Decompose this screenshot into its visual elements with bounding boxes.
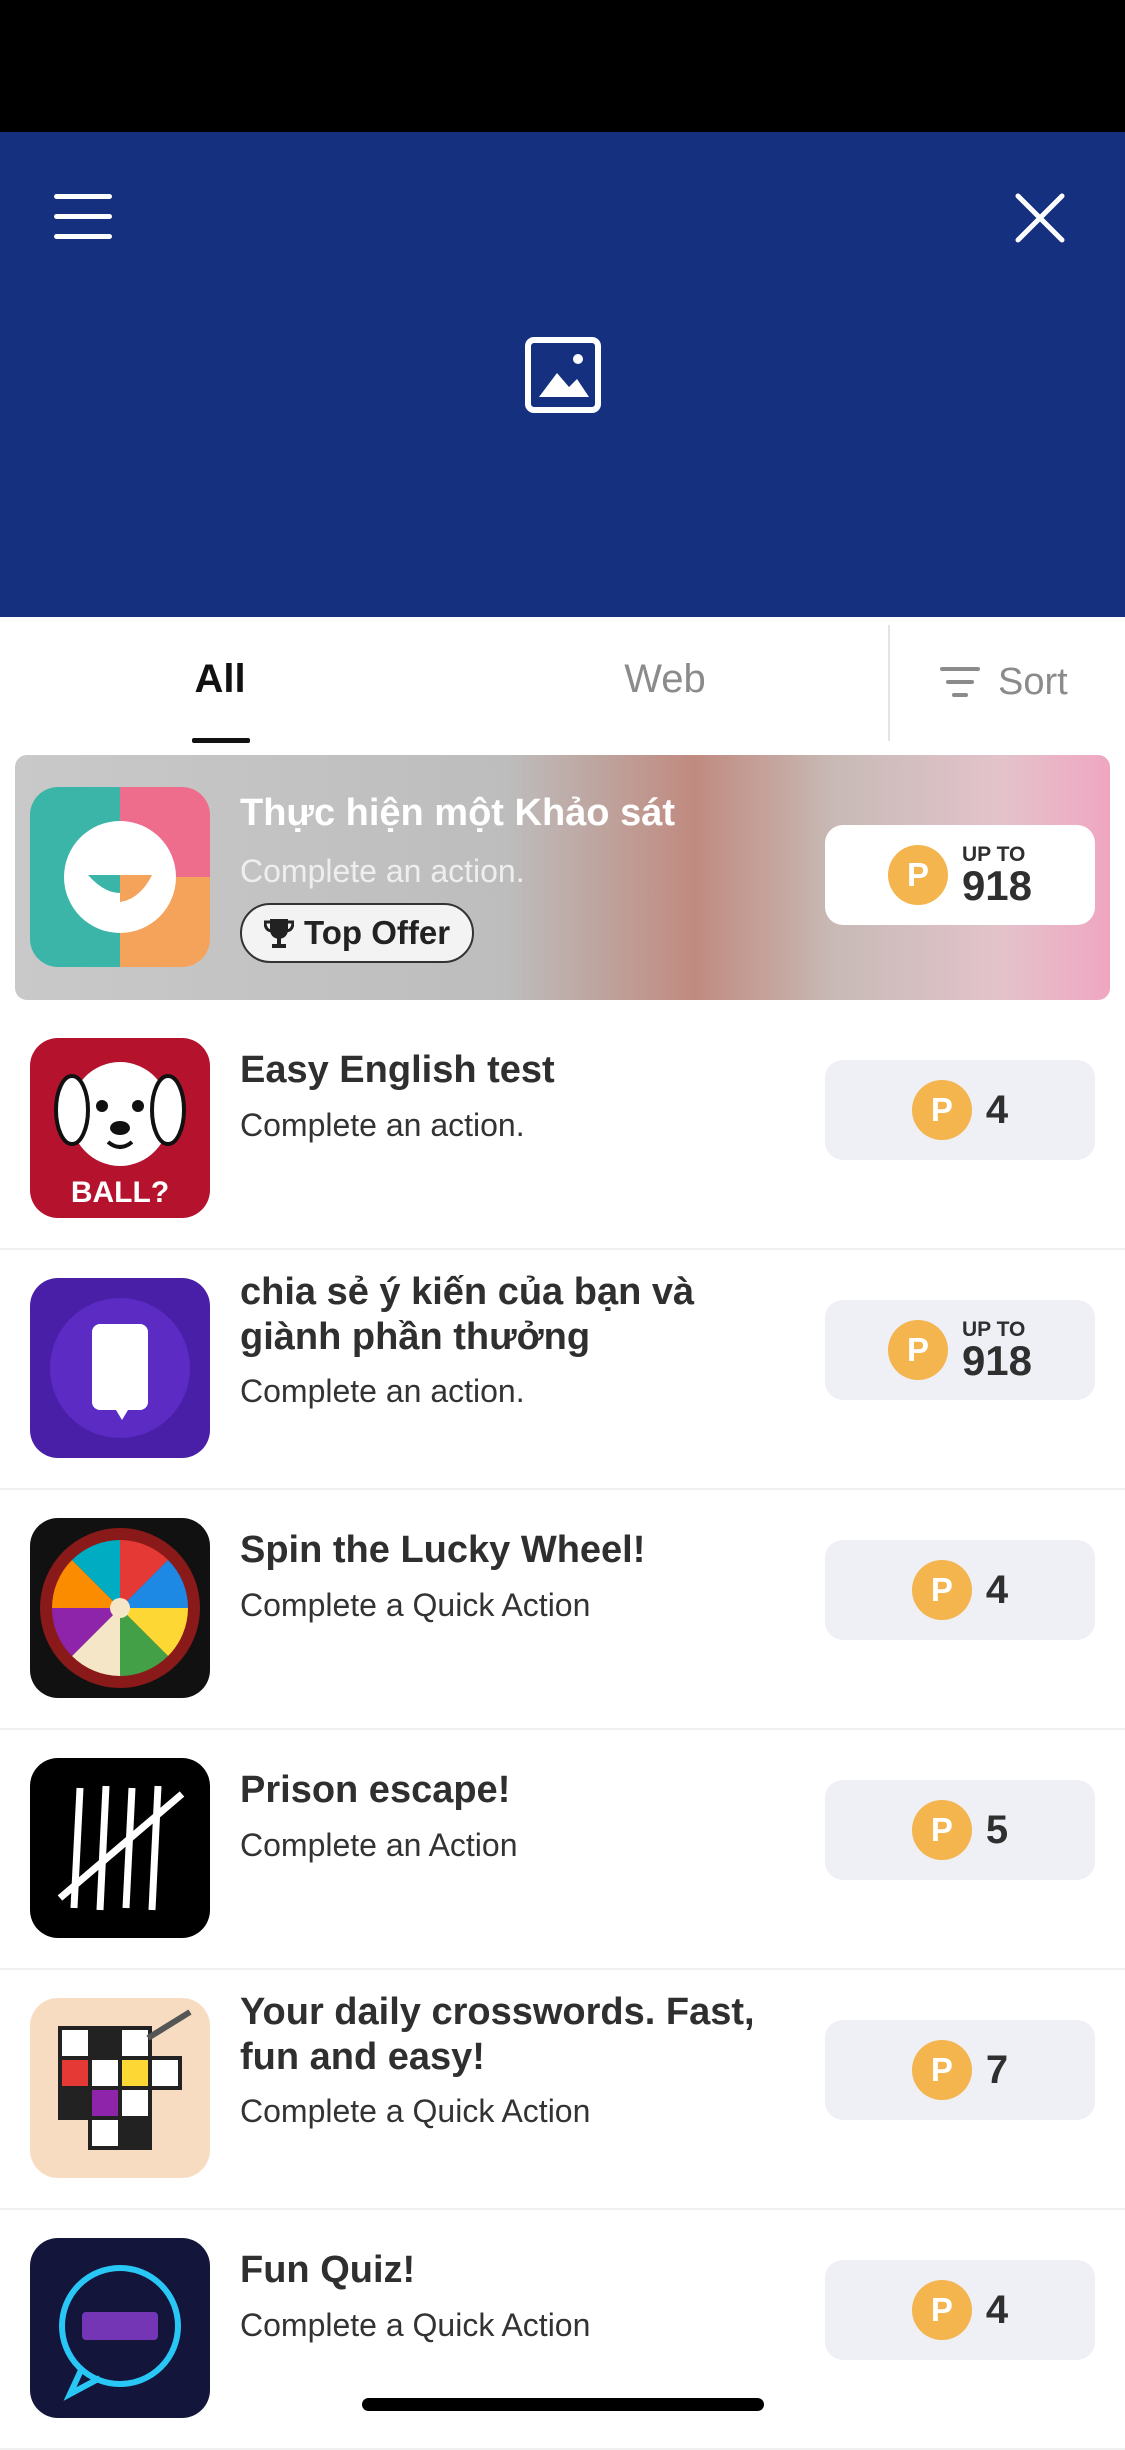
offer-subtitle: Complete an action. [240,1373,525,1409]
offer-subtitle: Complete an action. [240,853,525,889]
coin-icon: P [911,1800,972,1860]
tally-marks-icon [30,1758,210,1938]
offer-item[interactable]: BALL? Easy English test Complete an acti… [0,1010,1125,1250]
offer-title: Your daily crosswords. Fast, fun and eas… [240,1991,755,2078]
offer-title: Prison escape! [240,1769,511,1811]
offer-item[interactable]: chia sẻ ý kiến của bạn và giành phần thư… [0,1250,1125,1490]
coin-icon: P [911,1080,972,1140]
offer-subtitle: Complete an Action [240,1827,518,1863]
home-indicator [362,2398,764,2411]
image-placeholder-icon [523,335,603,415]
offer-title: Thực hiện một Khảo sát [240,792,675,834]
offer-item[interactable]: Prison escape! Complete an Action P 5 [0,1730,1125,1970]
coin-icon: P [911,1560,972,1620]
offer-item[interactable]: Fun Quiz! Complete a Quick Action P 4 [0,2210,1125,2450]
points-value: 5 [985,1807,1009,1852]
points-button[interactable]: P 4 [825,1060,1095,1160]
points-value: 4 [985,1567,1009,1612]
menu-button[interactable] [50,188,120,248]
sort-label: Sort [998,660,1068,703]
coin-icon: P [911,2280,972,2340]
coin-icon: P [887,845,948,905]
tab-all-underline [192,738,250,743]
tab-all[interactable]: All [150,657,290,702]
points-value: 918 [961,861,1033,909]
points-value: 918 [961,1336,1033,1384]
offer-subtitle: Complete a Quick Action [240,1587,591,1623]
sort-button[interactable]: Sort [940,657,1068,707]
points-button[interactable]: P 4 [825,2260,1095,2360]
offer-subtitle: Complete a Quick Action [240,2093,591,2129]
offer-item[interactable]: Your daily crosswords. Fast, fun and eas… [0,1970,1125,2210]
top-offer-label: Top Offer [304,914,451,951]
phone-chat-icon [30,1278,210,1458]
offer-item-top[interactable]: Thực hiện một Khảo sát Complete an actio… [15,755,1110,1000]
offer-title: Spin the Lucky Wheel! [240,1529,646,1571]
offer-subtitle: Complete an action. [240,1107,525,1143]
offerwall-header [0,132,1125,617]
coin-icon: P [911,2040,972,2100]
points-button[interactable]: P UP TO 918 [825,1300,1095,1400]
trophy-icon [264,919,294,948]
quiz-bubble-icon [30,2238,210,2418]
crossword-icon [30,1998,210,2178]
offer-title: Easy English test [240,1049,555,1091]
close-button[interactable] [1010,188,1070,248]
offer-title: chia sẻ ý kiến của bạn và giành phần thư… [240,1271,695,1358]
tab-web[interactable]: Web [590,657,740,702]
points-value: 4 [985,2287,1009,2332]
points-button[interactable]: P 4 [825,1540,1095,1640]
tab-bar: All Web Sort [0,617,1125,743]
offer-subtitle: Complete a Quick Action [240,2307,591,2343]
offer-title: Fun Quiz! [240,2249,416,2291]
dog-ball-icon: BALL? [30,1038,210,1218]
tabs-divider [888,625,890,741]
points-button[interactable]: P 7 [825,2020,1095,2120]
svg-text:BALL?: BALL? [71,1176,169,1209]
sort-icon [940,667,980,697]
points-value: 7 [985,2047,1009,2092]
points-button[interactable]: P 5 [825,1780,1095,1880]
coin-icon: P [887,1320,948,1380]
survey-smile-icon [30,787,210,967]
lucky-wheel-icon [30,1518,210,1698]
offer-item[interactable]: Spin the Lucky Wheel! Complete a Quick A… [0,1490,1125,1730]
status-bar [0,0,1125,132]
points-value: 4 [985,1087,1009,1132]
close-icon [1015,193,1065,243]
top-offer-badge: Top Offer [240,903,475,963]
points-button[interactable]: P UP TO 918 [825,825,1095,925]
offer-list: Thực hiện một Khảo sát Complete an actio… [0,755,1125,2450]
